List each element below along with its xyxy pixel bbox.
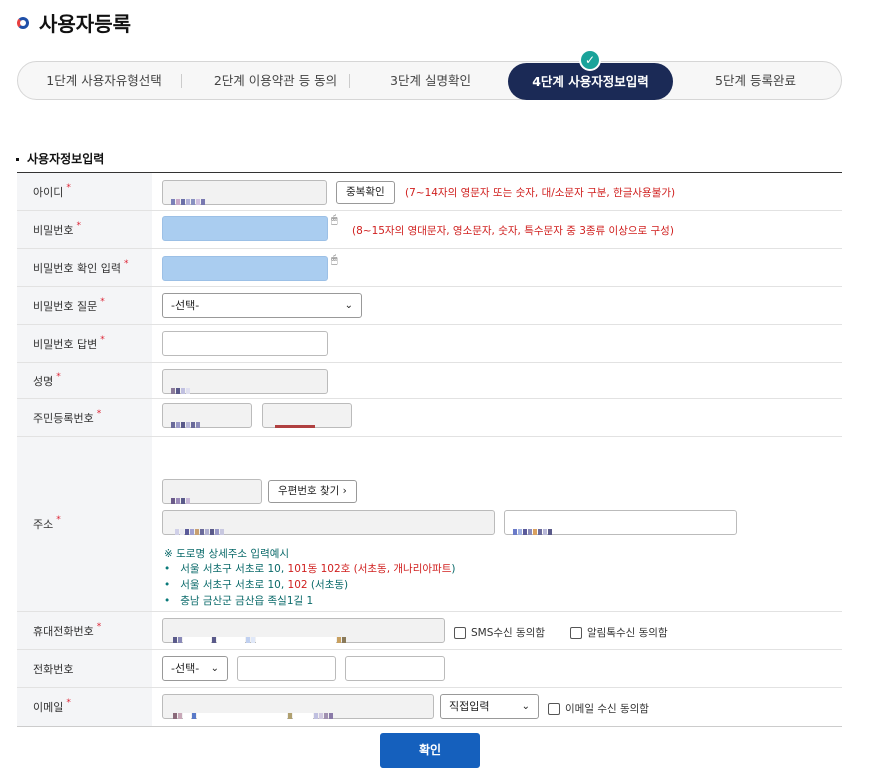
id-input[interactable] [162, 180, 327, 205]
label-mobile: 휴대전화번호 * [17, 612, 152, 649]
row-address: 주소 * 우편번호 찾기 › ※ 도로명 상세주소 입력예시 • 서울 서초구 서초… [17, 437, 842, 612]
id-rule-note: (7~14자의 영문자 또는 숫자, 대/소문자 구분, 한글사용불가) [405, 187, 676, 199]
row-pw-question: 비밀번호 질문 * -선택- ⌄ [17, 287, 842, 325]
rrn-back-input [262, 403, 352, 428]
pw-answer-input[interactable] [162, 331, 328, 356]
step-3: 3단계 실명확인 [390, 73, 471, 88]
step-divider [349, 74, 350, 88]
mouse-pointer-icon: 🖱 [331, 213, 338, 226]
bullet-icon [16, 158, 19, 161]
row-password: 비밀번호 * 🖱 (8~15자의 영대문자, 영소문자, 숫자, 특수문자 중 3… [17, 211, 842, 249]
step-indicator: 1단계 사용자유형선택 2단계 이용약관 등 동의 3단계 실명확인 4단계 사… [17, 61, 842, 100]
row-email: 이메일 * 직접입력 ⌄ 이메일 수신 동의함 [17, 688, 842, 726]
address-guide-example-1: • 서울 서초구 서초로 10, 101동 102호 (서초동, 개나리아파트) [164, 563, 456, 575]
kakao-consent-checkbox[interactable]: 알림톡수신 동의함 [570, 625, 668, 640]
phone-area-select[interactable]: -선택- ⌄ [162, 656, 228, 681]
label-rrn: 주민등록번호 * [17, 399, 152, 436]
step-2: 2단계 이용약관 등 동의 [213, 73, 338, 88]
row-id: 아이디 * 중복확인 (7~14자의 영문자 또는 숫자, 대/소문자 구분, 한… [17, 173, 842, 211]
label-pw-question: 비밀번호 질문 * [17, 287, 152, 324]
masked-value [171, 413, 201, 428]
label-pw-answer: 비밀번호 답변 * [17, 325, 152, 362]
check-icon: ✓ [579, 49, 601, 71]
label-password: 비밀번호 * [17, 211, 152, 248]
pw-question-select[interactable]: -선택- ⌄ [162, 293, 362, 318]
row-password-confirm: 비밀번호 확인 입력 * 🖱 [17, 249, 842, 287]
password-rule-note: (8~15자의 영대문자, 영소문자, 숫자, 특수문자 중 3종류 이상으로 … [352, 225, 674, 237]
masked-value [171, 379, 191, 394]
confirm-button[interactable]: 확인 [380, 733, 480, 768]
masked-value [513, 520, 553, 535]
email-input [162, 694, 434, 719]
chevron-down-icon: ⌄ [210, 663, 219, 674]
label-password-confirm: 비밀번호 확인 입력 * [17, 249, 152, 286]
user-info-form: 아이디 * 중복확인 (7~14자의 영문자 또는 숫자, 대/소문자 구분, 한… [17, 172, 842, 727]
password-input[interactable] [162, 216, 328, 241]
row-phone: 전화번호 -선택- ⌄ [17, 650, 842, 688]
address-guide-example-3: • 충남 금산군 금산읍 족실1길 1 [164, 595, 314, 607]
section-title-text: 사용자정보입력 [27, 152, 105, 166]
address-input [162, 510, 495, 535]
zipcode-search-button[interactable]: 우편번호 찾기 › [268, 480, 357, 503]
logo-mark-icon [17, 16, 29, 29]
step-5: 5단계 등록완료 [715, 73, 796, 88]
sms-consent-checkbox[interactable]: SMS수신 동의함 [454, 625, 545, 640]
label-phone: 전화번호 [17, 650, 152, 687]
email-consent-checkbox[interactable]: 이메일 수신 동의함 [548, 701, 649, 716]
checkbox-icon [570, 626, 582, 639]
chevron-down-icon: ⌄ [521, 701, 530, 712]
masked-value [173, 704, 334, 719]
password-confirm-input[interactable] [162, 256, 328, 281]
name-input [162, 369, 328, 394]
row-rrn: 주민등록번호 * [17, 399, 842, 437]
address-guide-title: ※ 도로명 상세주소 입력예시 [164, 548, 290, 560]
phone-middle-input[interactable] [237, 656, 336, 681]
page-header: 사용자등록 [17, 8, 131, 37]
page-title: 사용자등록 [39, 12, 131, 36]
step-divider [181, 74, 182, 88]
email-domain-select[interactable]: 직접입력 ⌄ [440, 694, 539, 719]
row-mobile: 휴대전화번호 * SMS수신 동의함 알림톡수신 동의함 [17, 612, 842, 650]
rrn-front-input [162, 403, 252, 428]
address-guide-example-2: • 서울 서초구 서초로 10, 102 (서초동) [164, 579, 349, 591]
label-email: 이메일 * [17, 688, 152, 726]
address-detail-input[interactable] [504, 510, 737, 535]
checkbox-icon [548, 702, 560, 715]
zipcode-input [162, 479, 262, 504]
row-name: 성명 * [17, 363, 842, 399]
masked-value [175, 520, 225, 535]
mouse-pointer-icon: 🖱 [331, 253, 338, 266]
id-check-button[interactable]: 중복확인 [336, 181, 395, 204]
section-heading: 사용자정보입력 [16, 150, 104, 167]
label-id: 아이디 * [17, 173, 152, 210]
phone-last-input[interactable] [345, 656, 445, 681]
step-1: 1단계 사용자유형선택 [46, 73, 162, 88]
masked-value [171, 190, 206, 205]
label-address: 주소 * [17, 437, 152, 611]
masked-value [275, 413, 316, 428]
label-name: 성명 * [17, 363, 152, 398]
checkbox-icon [454, 626, 466, 639]
masked-value [171, 489, 191, 504]
mobile-input [162, 618, 445, 643]
row-pw-answer: 비밀번호 답변 * [17, 325, 842, 363]
masked-value [173, 628, 347, 643]
chevron-down-icon: ⌄ [344, 300, 353, 311]
